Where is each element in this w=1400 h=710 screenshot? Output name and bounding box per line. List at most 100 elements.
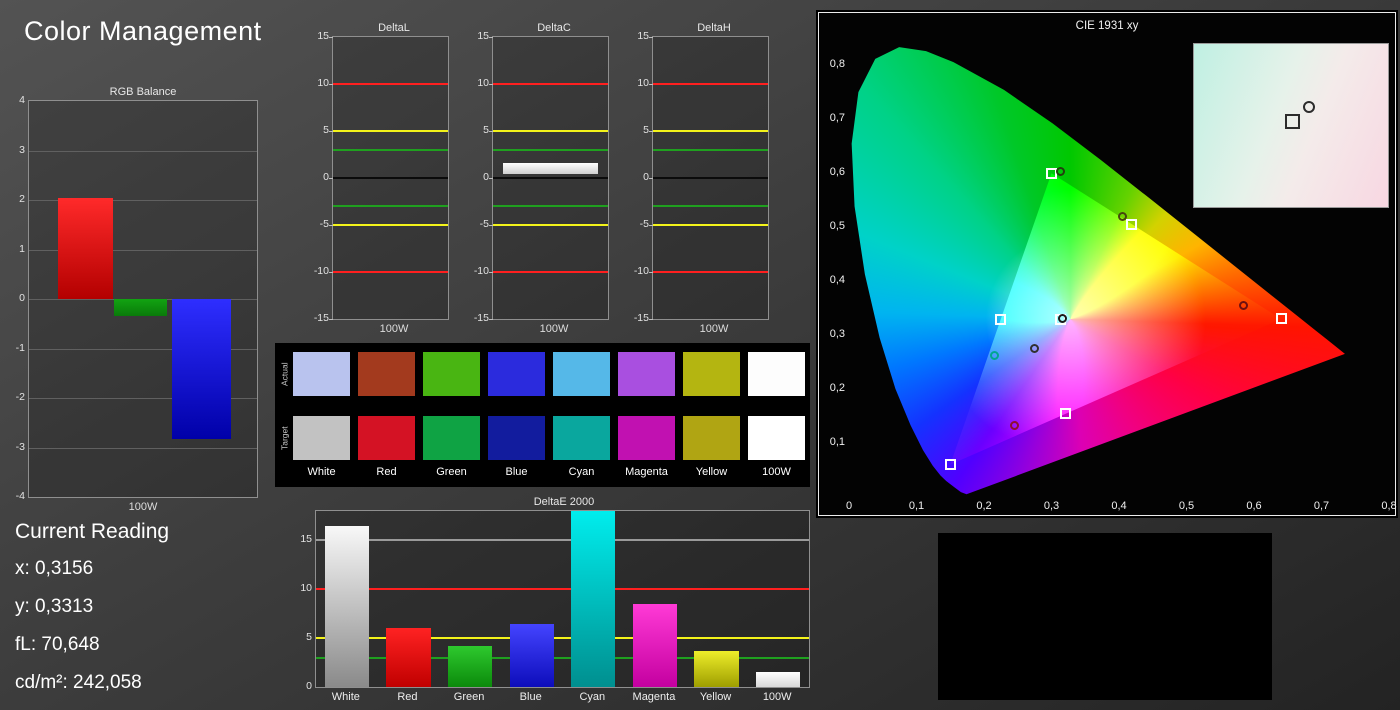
y-tick-label: 0,1 bbox=[829, 436, 845, 449]
tick-mark bbox=[649, 319, 653, 320]
swatch-actual-magenta bbox=[618, 352, 675, 396]
target-swatches bbox=[293, 416, 805, 460]
reading-y: y: 0,3313 bbox=[15, 596, 94, 617]
x-tick-label: 0,3 bbox=[1043, 500, 1060, 512]
rgb-balance-chart: RGB Balance -4 -3 -2 -1 0 1 2 3 4 100W bbox=[10, 84, 258, 513]
row-label-actual: Actual bbox=[279, 362, 290, 386]
y-tick-label: -15 bbox=[473, 312, 489, 324]
delta-c-xlabel: 100W bbox=[539, 323, 569, 335]
delta-l-chart: DeltaL -15 -10 -5 0 5 10 15 100W bbox=[306, 20, 456, 335]
x-tick-label: 0,8 bbox=[1381, 500, 1397, 512]
tick-mark bbox=[329, 319, 333, 320]
reference-line bbox=[333, 83, 448, 85]
deltae-bar-green bbox=[447, 645, 493, 687]
delta-plot-2: -15 -10 -5 0 5 10 15 bbox=[634, 30, 769, 324]
x-tick-label: 0,6 bbox=[1246, 500, 1262, 512]
deltae-bar-magenta bbox=[632, 603, 678, 687]
zero-line bbox=[653, 177, 768, 179]
reference-line bbox=[653, 148, 768, 151]
y-tick-label: 15 bbox=[317, 30, 329, 42]
rgb-bar-green bbox=[113, 299, 168, 317]
y-tick-label: 0,6 bbox=[829, 166, 845, 179]
x-tick-label: 0,2 bbox=[976, 500, 992, 512]
y-tick-label: -10 bbox=[313, 265, 329, 277]
reading-fl: fL: 70,648 bbox=[15, 634, 100, 655]
swatch-actual-white bbox=[293, 352, 350, 396]
reference-line bbox=[653, 83, 768, 85]
delta-e-2000-title: DeltaE 2000 bbox=[533, 496, 595, 508]
zero-line bbox=[333, 177, 448, 179]
rgb-bar-blue bbox=[171, 299, 231, 439]
reference-line bbox=[333, 130, 448, 132]
y-tick-label: 0 bbox=[306, 680, 312, 692]
delta-plot-0: -15 -10 -5 0 5 10 15 bbox=[314, 30, 449, 324]
swatch-target-yellow bbox=[683, 416, 740, 460]
rgb-balance-title: RGB Balance bbox=[109, 86, 177, 98]
deltae-bar-100w bbox=[756, 672, 801, 687]
gridline bbox=[29, 150, 257, 152]
target-point-red bbox=[1275, 313, 1287, 325]
y-tick-label: -5 bbox=[479, 218, 489, 230]
y-tick-label: 0,3 bbox=[829, 328, 845, 341]
y-tick-label: 15 bbox=[300, 533, 312, 546]
page-title: Color Management bbox=[24, 16, 262, 46]
cie-1931-chart: CIE 1931 xy 0 0,1 0,2 0,3 0,4 0,5 0,6 0,7 0,8 0,8… bbox=[818, 12, 1397, 516]
swatch-column-label: Blue bbox=[505, 466, 528, 478]
reading-cdm2: cd/m²: 242,058 bbox=[15, 672, 142, 693]
row-label-target: Target bbox=[279, 426, 290, 450]
current-reading-panel: Current Reading x: 0,3156 y: 0,3313 fL: … bbox=[15, 520, 169, 710]
deltae-bar-red bbox=[386, 628, 431, 687]
x-category-label: Blue bbox=[519, 691, 542, 703]
y-tick-label: 10 bbox=[317, 77, 329, 89]
reference-line bbox=[333, 205, 448, 208]
zero-line bbox=[493, 177, 608, 179]
swatch-actual-red bbox=[358, 352, 415, 396]
delta-h-xlabel: 100W bbox=[699, 323, 729, 335]
rgb-balance-plot: -4 -3 -2 -1 0 1 2 3 4 bbox=[16, 94, 258, 502]
y-tick-label: 10 bbox=[637, 77, 649, 89]
actual-swatches bbox=[293, 352, 805, 396]
y-tick-label: 3 bbox=[19, 143, 25, 156]
inset-target-square bbox=[1285, 114, 1301, 130]
x-category-label: Green bbox=[453, 691, 485, 703]
reference-line bbox=[493, 148, 608, 151]
x-category-label: Red bbox=[397, 691, 418, 703]
deltae-bar-cyan bbox=[571, 511, 616, 687]
swatch-actual-100w bbox=[748, 352, 805, 396]
x-tick-label: 0 bbox=[845, 500, 853, 512]
target-point-yellow bbox=[1126, 218, 1138, 230]
deltae-xlabels: White Red Green Blue Cyan Magenta Yellow 100W bbox=[315, 691, 813, 703]
y-tick-label: 5 bbox=[643, 124, 649, 136]
measured-point-gray bbox=[1030, 343, 1040, 353]
cie-whitepoint-inset bbox=[1193, 43, 1389, 208]
color-swatch-table: Actual Target White Red Green Blue Cyan Magen… bbox=[275, 343, 810, 487]
target-point-blue bbox=[944, 459, 956, 471]
current-reading-heading: Current Reading bbox=[15, 520, 170, 543]
reading-x: x: 0,3156 bbox=[15, 558, 94, 579]
x-category-label: Yellow bbox=[699, 691, 732, 703]
x-tick-label: 0,1 bbox=[908, 500, 925, 512]
rgb-bar-red bbox=[57, 197, 114, 299]
y-tick-label: 2 bbox=[19, 193, 25, 205]
tick-mark bbox=[329, 37, 333, 38]
y-tick-label: -5 bbox=[319, 218, 329, 230]
swatch-actual-green bbox=[423, 352, 480, 396]
x-tick-label: 0,7 bbox=[1313, 500, 1330, 512]
x-tick-label: 0,4 bbox=[1111, 500, 1127, 512]
y-tick-label: 0,2 bbox=[829, 382, 845, 395]
swatch-column-label: Green bbox=[436, 466, 467, 478]
swatch-target-magenta bbox=[618, 416, 675, 460]
x-category-label: 100W bbox=[762, 691, 792, 703]
delta-e-2000-chart: DeltaE 2000 15 10 5 0 White Red Green Blue Cyan… bbox=[293, 494, 813, 703]
y-tick-label: 0 bbox=[643, 171, 649, 183]
reference-line bbox=[653, 224, 768, 226]
reference-line bbox=[493, 205, 608, 208]
color-management-app: Color Management RGB Balance -4 -3 -2 -1 0 1 2… bbox=[0, 0, 1400, 710]
delta-c-chart: DeltaC -15 -10 -5 0 5 10 15 100W bbox=[466, 20, 616, 335]
measured-point-magenta bbox=[1009, 420, 1019, 430]
y-tick-label: 1 bbox=[19, 242, 25, 255]
y-tick-label: -15 bbox=[313, 312, 329, 324]
y-tick-label: 0,4 bbox=[829, 274, 845, 287]
swatch-target-cyan bbox=[553, 416, 610, 460]
tick-mark bbox=[489, 37, 493, 38]
